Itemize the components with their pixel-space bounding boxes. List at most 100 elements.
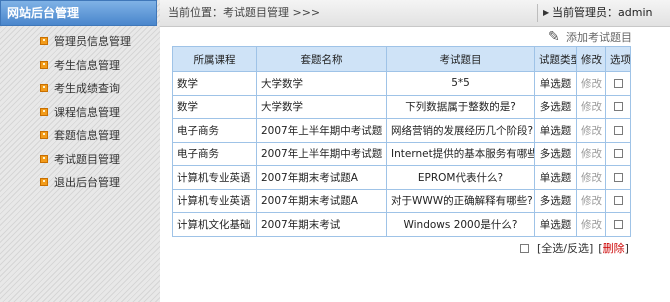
top-bar: 当前位置：考试题目管理 >>> ▶ 当前管理员：admin <box>160 0 670 27</box>
edit-link[interactable]: 修改 <box>576 165 606 190</box>
sidebar-item-label: 考试题目管理 <box>54 152 120 166</box>
cell-set: 2007年期末考试题A <box>256 165 387 190</box>
add-question-label: 添加考试题目 <box>566 31 632 44</box>
row-checkbox[interactable] <box>613 196 623 206</box>
sidebar-item-set-info[interactable]: 套题信息管理 <box>0 124 155 148</box>
sidebar-item-label: 套题信息管理 <box>54 129 120 142</box>
sidebar-menu: 管理员信息管理 考生信息管理 考生成绩查询 课程信息管理 套题信息管理 考试题目… <box>0 30 155 195</box>
cell-question: 网络营销的发展经历几个阶段? <box>386 118 535 143</box>
arrow-icon: ▶ <box>543 8 550 17</box>
cell-type: 单选题 <box>534 118 577 143</box>
pen-icon: ✎ <box>548 29 560 45</box>
column-header-edit: 修改 <box>576 46 606 72</box>
cell-type: 多选题 <box>534 94 577 119</box>
table-row: 计算机文化基础 2007年期末考试 Windows 2000是什么? 单选题 修… <box>172 212 631 237</box>
question-table: 所属课程 套题名称 考试题目 试题类型 修改 选项 数学 大学数学 5*5 单选… <box>172 46 631 237</box>
sidebar-item-label: 管理员信息管理 <box>54 35 131 48</box>
column-header-select: 选项 <box>605 46 631 72</box>
table-row: 电子商务 2007年上半年期中考试题 Internet提供的基本服务有哪些? 多… <box>172 141 631 166</box>
row-checkbox[interactable] <box>613 78 623 88</box>
table-row: 数学 大学数学 下列数据属于整数的是? 多选题 修改 <box>172 94 631 119</box>
bullet-icon <box>40 60 48 69</box>
bullet-icon <box>40 37 48 45</box>
cell-course: 数学 <box>172 71 257 96</box>
topbar-divider <box>537 4 538 22</box>
cell-course: 计算机专业英语 <box>172 188 257 213</box>
cell-set: 大学数学 <box>256 94 387 119</box>
sidebar-item-admin-info[interactable]: 管理员信息管理 <box>0 30 155 54</box>
sidebar-item-label: 退出后台管理 <box>54 176 120 189</box>
row-checkbox[interactable] <box>613 149 623 159</box>
cell-select <box>605 141 631 166</box>
cell-set: 2007年期末考试题A <box>256 188 387 213</box>
row-checkbox[interactable] <box>613 125 623 135</box>
row-checkbox[interactable] <box>613 219 623 229</box>
cell-select <box>605 94 631 119</box>
table-row: 计算机专业英语 2007年期末考试题A 对于WWW的正确解释有哪些? 多选题 修… <box>172 188 631 213</box>
column-header-type: 试题类型 <box>534 46 577 72</box>
sidebar-item-label: 考生信息管理 <box>54 58 120 72</box>
cell-set: 2007年上半年期中考试题 <box>256 118 387 143</box>
cell-question: Internet提供的基本服务有哪些? <box>386 141 535 166</box>
edit-link[interactable]: 修改 <box>576 141 606 166</box>
cell-set: 2007年期末考试 <box>256 212 387 237</box>
cell-select <box>605 118 631 143</box>
cell-set: 2007年上半年期中考试题 <box>256 141 387 166</box>
cell-question: Windows 2000是什么? <box>386 212 535 237</box>
sidebar: 网站后台管理 管理员信息管理 考生信息管理 考生成绩查询 课程信息管理 套题信息… <box>0 0 157 302</box>
breadcrumb: 当前位置：考试题目管理 >>> <box>168 6 321 19</box>
delete-link[interactable]: 删除 <box>603 240 625 256</box>
select-all-checkbox[interactable] <box>520 243 529 253</box>
sidebar-item-student-info[interactable]: 考生信息管理 <box>0 54 155 78</box>
column-header-question: 考试题目 <box>386 46 535 72</box>
delete-bracket-close: ] <box>624 241 629 255</box>
cell-question: 对于WWW的正确解释有哪些? <box>386 188 535 213</box>
cell-select <box>605 165 631 190</box>
cell-type: 单选题 <box>534 71 577 96</box>
column-header-set: 套题名称 <box>256 46 387 72</box>
row-checkbox[interactable] <box>613 172 623 182</box>
cell-type: 单选题 <box>534 165 577 190</box>
edit-link[interactable]: 修改 <box>576 118 606 143</box>
sidebar-item-question-manage[interactable]: 考试题目管理 <box>0 148 155 172</box>
cell-question: EPROM代表什么? <box>386 165 535 190</box>
cell-type: 多选题 <box>534 141 577 166</box>
cell-course: 计算机专业英语 <box>172 165 257 190</box>
select-all-link[interactable]: [全选/反选] <box>537 240 593 256</box>
bullet-icon <box>40 107 48 116</box>
column-header-course: 所属课程 <box>172 46 257 72</box>
table-footer: [全选/反选] [删除] <box>520 240 629 256</box>
bullet-icon <box>40 131 48 139</box>
cell-select <box>605 188 631 213</box>
add-question-link[interactable]: ✎ 添加考试题目 <box>548 29 632 45</box>
sidebar-item-score-query[interactable]: 考生成绩查询 <box>0 77 155 101</box>
bullet-icon <box>40 178 48 186</box>
sidebar-item-label: 考生成绩查询 <box>54 82 120 95</box>
table-header-row: 所属课程 套题名称 考试题目 试题类型 修改 选项 <box>172 46 631 72</box>
main-panel: 当前位置：考试题目管理 >>> ▶ 当前管理员：admin ✎ 添加考试题目 所… <box>160 0 670 302</box>
sidebar-item-logout[interactable]: 退出后台管理 <box>0 171 155 195</box>
cell-set: 大学数学 <box>256 71 387 96</box>
cell-course: 电子商务 <box>172 118 257 143</box>
bullet-icon <box>40 84 48 92</box>
cell-select <box>605 212 631 237</box>
edit-link[interactable]: 修改 <box>576 212 606 237</box>
current-admin: 当前管理员：admin <box>552 6 653 19</box>
row-checkbox[interactable] <box>613 102 623 112</box>
sidebar-title: 网站后台管理 <box>0 0 157 26</box>
edit-link[interactable]: 修改 <box>576 94 606 119</box>
sidebar-item-label: 课程信息管理 <box>54 105 120 119</box>
table-row: 电子商务 2007年上半年期中考试题 网络营销的发展经历几个阶段? 单选题 修改 <box>172 118 631 143</box>
cell-select <box>605 71 631 96</box>
cell-course: 电子商务 <box>172 141 257 166</box>
edit-link[interactable]: 修改 <box>576 188 606 213</box>
table-row: 计算机专业英语 2007年期末考试题A EPROM代表什么? 单选题 修改 <box>172 165 631 190</box>
cell-question: 5*5 <box>386 71 535 96</box>
bullet-icon <box>40 154 48 163</box>
cell-course: 计算机文化基础 <box>172 212 257 237</box>
cell-type: 多选题 <box>534 188 577 213</box>
edit-link[interactable]: 修改 <box>576 71 606 96</box>
table-row: 数学 大学数学 5*5 单选题 修改 <box>172 71 631 96</box>
sidebar-item-course-info[interactable]: 课程信息管理 <box>0 101 155 125</box>
cell-type: 单选题 <box>534 212 577 237</box>
